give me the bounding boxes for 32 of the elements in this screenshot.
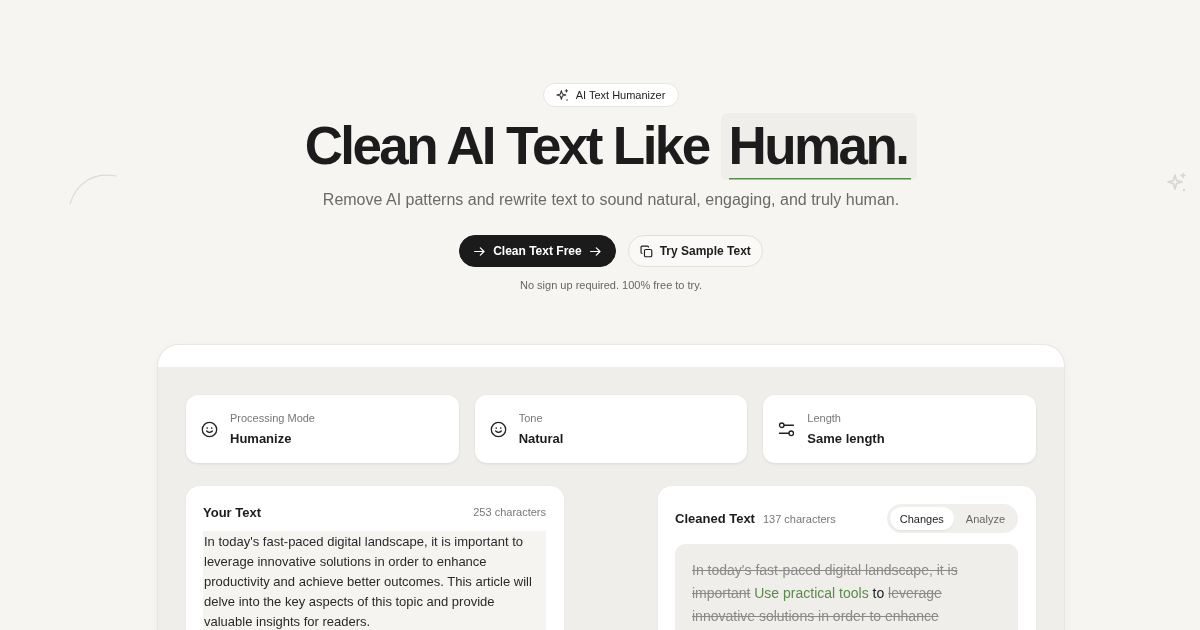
highlighted-heading-word: Human. xyxy=(720,113,918,180)
setting-value: Humanize xyxy=(230,431,293,447)
subtitle: Remove AI patterns and rewrite text to sound natural, engaging, and truly human. xyxy=(322,190,900,210)
setting-label: Length xyxy=(807,411,842,425)
badge-label: AI Text Humanizer xyxy=(575,89,666,101)
sparkle-icon xyxy=(554,88,569,102)
smiley-icon xyxy=(489,420,507,438)
card-title: Your Text xyxy=(203,504,262,520)
copy-icon xyxy=(639,244,653,258)
sample-text-button[interactable]: Try Sample Text xyxy=(627,235,763,267)
character-count: 137 characters xyxy=(762,513,836,525)
smiley-icon xyxy=(201,420,218,438)
card-title: Cleaned Text xyxy=(675,511,755,526)
setting-selector[interactable]: Tone Natural xyxy=(474,395,748,463)
sliders-icon xyxy=(778,420,796,438)
setting-selector[interactable]: Processing Mode Humanize xyxy=(186,395,459,463)
setting-value: Same length xyxy=(807,431,885,447)
sparkle-icon xyxy=(1165,171,1189,191)
cleaned-text-output: In today's fast-paced digital landscape, it is important Use practical tools to leverage innovative solutions in order to enhance xyxy=(675,544,1018,630)
free-note: No sign up required. 100% free to try. xyxy=(520,278,702,292)
heading-text: Clean AI Text Like xyxy=(304,115,709,177)
setting-selector[interactable]: Length Same length xyxy=(763,395,1036,463)
arrow-right-icon xyxy=(473,244,487,258)
setting-label: Processing Mode xyxy=(230,411,315,425)
view-tab[interactable]: Analyze xyxy=(955,507,1015,530)
setting-label: Tone xyxy=(518,411,544,425)
text-input-field[interactable]: In today's fast-paced digital landscape, it is important to leverage innovative solutions in order to enhance productivity and achieve better outcomes. This article will delve into the key aspects of this topic and provide valuable insights for readers. xyxy=(203,531,546,630)
view-tab[interactable]: Changes xyxy=(889,507,954,530)
character-count: 253 characters xyxy=(473,506,546,518)
setting-value: Natural xyxy=(518,431,564,447)
arrow-right-icon xyxy=(588,244,602,258)
clean-text-button[interactable]: Clean Text Free xyxy=(459,235,616,267)
